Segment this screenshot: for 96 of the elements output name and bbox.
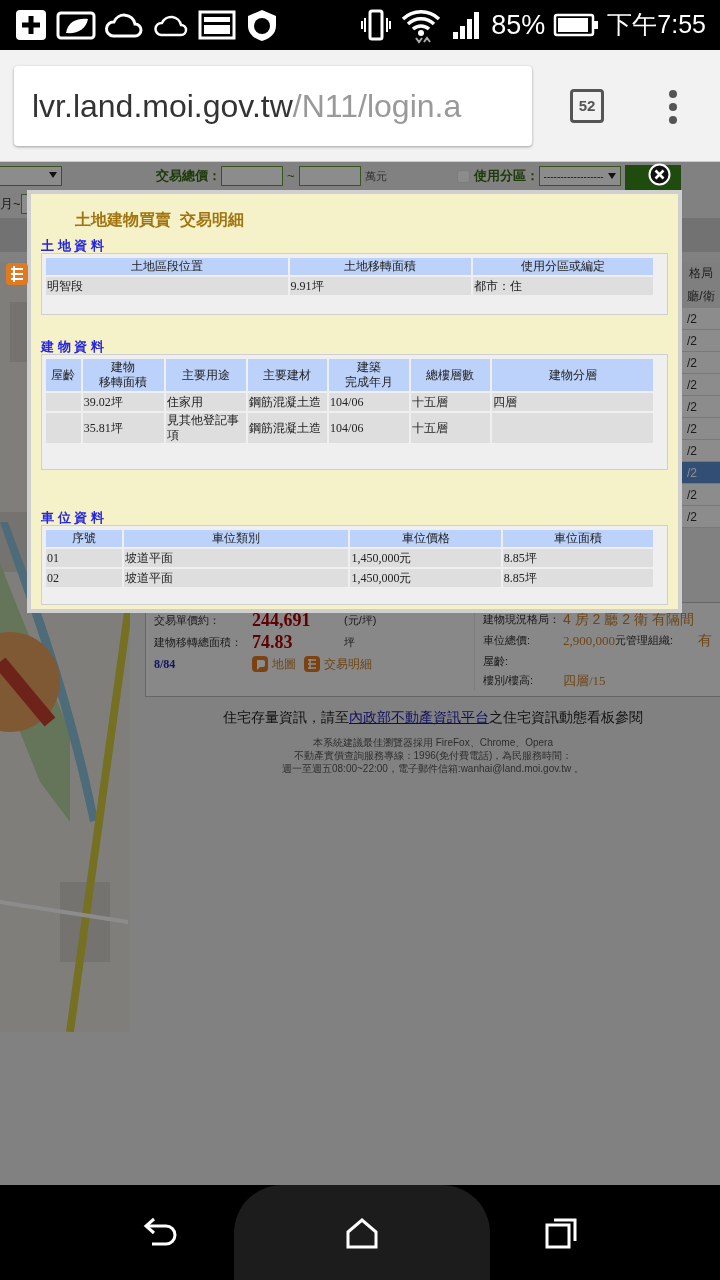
floor-value: 四層/15 bbox=[563, 671, 606, 690]
vibrate-icon bbox=[361, 8, 392, 42]
footer-text: 住宅存量資訊，請至內政部不動產資訊平台之住宅資訊動態看板參閱 bbox=[222, 708, 644, 727]
home-icon[interactable] bbox=[345, 1216, 379, 1249]
unit-label: 坪 bbox=[344, 634, 355, 650]
footer-note: 不動產實價查詢服務專線：1996(免付費電話)，為民服務時間： bbox=[292, 749, 574, 762]
column-header: 土地區段位置 bbox=[46, 258, 288, 275]
field-label: 車位總價: bbox=[483, 633, 532, 649]
area-value: 74.83 bbox=[252, 630, 294, 654]
table-cell: 02 bbox=[46, 569, 122, 587]
unit-label: 元 bbox=[615, 633, 626, 649]
section-heading: 土 地 資 料 bbox=[41, 238, 105, 253]
list-icon[interactable] bbox=[5, 262, 29, 286]
section-heading: 建 物 資 料 bbox=[41, 339, 105, 354]
plus-icon bbox=[14, 8, 48, 42]
column-header: 建物分層 bbox=[492, 359, 653, 391]
table-cell: 都市：住 bbox=[472, 277, 653, 295]
column-header: 建築 完成年月 bbox=[329, 359, 409, 391]
result-row[interactable]: /2 bbox=[681, 374, 720, 396]
table-cell: 十五層 bbox=[410, 413, 490, 443]
pin-icon[interactable] bbox=[252, 656, 268, 672]
layout-value: 4 房 2 廳 2 衛 有隔間 bbox=[563, 610, 694, 629]
min-price-field[interactable] bbox=[221, 166, 283, 186]
table-cell: 見其他登記事項 bbox=[166, 413, 246, 443]
table-cell: 十五層 bbox=[410, 393, 490, 411]
close-button[interactable] bbox=[648, 162, 671, 185]
menu-icon[interactable] bbox=[668, 90, 678, 124]
list-icon[interactable] bbox=[304, 656, 320, 672]
section-heading: 車 位 資 料 bbox=[41, 510, 105, 525]
result-row[interactable]: /2 bbox=[681, 440, 720, 462]
result-row[interactable]: /2 bbox=[681, 484, 720, 506]
table-cell: 明智段 bbox=[46, 277, 288, 295]
table-cell: 鋼筋混凝土造 bbox=[247, 393, 328, 411]
table-cell: 坡道平面 bbox=[123, 569, 349, 587]
table-cell: 01 bbox=[46, 549, 122, 567]
table-cell: 39.02坪 bbox=[82, 393, 165, 411]
filter-label: 使用分區： bbox=[473, 167, 539, 186]
field-label: 管理組織: bbox=[626, 633, 675, 649]
field-label: 建物移轉總面積： bbox=[154, 634, 243, 650]
battery-percentage: 85% bbox=[491, 8, 546, 42]
page-counter: 8/84 bbox=[154, 656, 177, 673]
column-header: 屋齡 bbox=[46, 359, 81, 391]
table-cell: 104/06 bbox=[329, 393, 409, 411]
column-header: 序號 bbox=[46, 530, 122, 547]
column-header: 建物 移轉面積 bbox=[82, 359, 165, 391]
column-header: 車位價格 bbox=[350, 530, 501, 547]
clock-time: 下午7:55 bbox=[607, 9, 706, 41]
image-icon bbox=[198, 8, 236, 42]
column-header: 車位類別 bbox=[123, 530, 349, 547]
management-value: 有 bbox=[698, 631, 712, 650]
district-select[interactable] bbox=[0, 166, 62, 186]
column-header: 車位面積 bbox=[502, 530, 653, 547]
table-cell: 8.85坪 bbox=[502, 549, 653, 567]
column-header: 使用分區或編定 bbox=[472, 258, 653, 275]
field-label: 樓別/樓高: bbox=[483, 673, 535, 688]
result-row[interactable]: /2 bbox=[681, 330, 720, 352]
price-value: 244,691 bbox=[252, 608, 312, 632]
result-row[interactable]: /2 bbox=[681, 506, 720, 528]
tab-count-button[interactable]: 52 bbox=[570, 89, 604, 123]
address-bar[interactable]: lvr.land.moi.gov.tw/N11/login.a bbox=[14, 66, 532, 146]
field-label: 交易單價約： bbox=[154, 612, 221, 628]
result-row[interactable]: /2 bbox=[681, 308, 720, 330]
column-header: 主要建材 bbox=[247, 359, 328, 391]
table-cell: 9.91坪 bbox=[289, 277, 471, 295]
column-header: 主要用途 bbox=[166, 359, 246, 391]
table-cell: 四層 bbox=[492, 393, 653, 411]
unit-label: 萬元 bbox=[364, 168, 387, 184]
result-row[interactable]: /2 bbox=[681, 418, 720, 440]
max-price-field[interactable] bbox=[298, 166, 361, 186]
platform-link[interactable]: 內政部不動產資訊平台 bbox=[349, 709, 489, 725]
filter-label: 交易總價： bbox=[156, 167, 221, 186]
table-cell: 1,450,000元 bbox=[350, 569, 501, 587]
table-cell: 鋼筋混凝土造 bbox=[247, 413, 328, 443]
field-label: 建物現況格局： bbox=[483, 612, 561, 628]
table-cell: 8.85坪 bbox=[502, 569, 653, 587]
caret-icon bbox=[49, 172, 57, 179]
column-header: 總樓層數 bbox=[410, 359, 490, 391]
field-label: 屋齡: bbox=[483, 653, 510, 669]
unit-label: (元/坪) bbox=[344, 612, 377, 628]
footer-note: 本系統建議最佳瀏覽器採用 FireFox、Chrome、Opera bbox=[312, 736, 554, 749]
table-cell: 坡道平面 bbox=[123, 549, 349, 567]
dialog-title: 土地建物買賣 交易明細 bbox=[74, 210, 245, 230]
result-row[interactable]: /2 bbox=[681, 396, 720, 418]
column-header: 土地移轉面積 bbox=[289, 258, 471, 275]
table-cell: 1,450,000元 bbox=[350, 549, 501, 567]
date-separator: 月~ bbox=[0, 195, 21, 214]
table-cell: 104/06 bbox=[329, 413, 409, 443]
parking-price-value: 2,900,000 bbox=[563, 631, 615, 650]
close-icon bbox=[648, 163, 671, 187]
range-separator: ~ bbox=[286, 167, 296, 186]
table-cell: 35.81坪 bbox=[82, 413, 165, 443]
table-cell: 住家用 bbox=[166, 393, 246, 411]
battery-icon bbox=[553, 12, 600, 38]
caret-icon bbox=[607, 173, 616, 179]
zone-select[interactable]: ------------------ bbox=[538, 166, 621, 186]
result-row[interactable]: /2 bbox=[681, 352, 720, 374]
